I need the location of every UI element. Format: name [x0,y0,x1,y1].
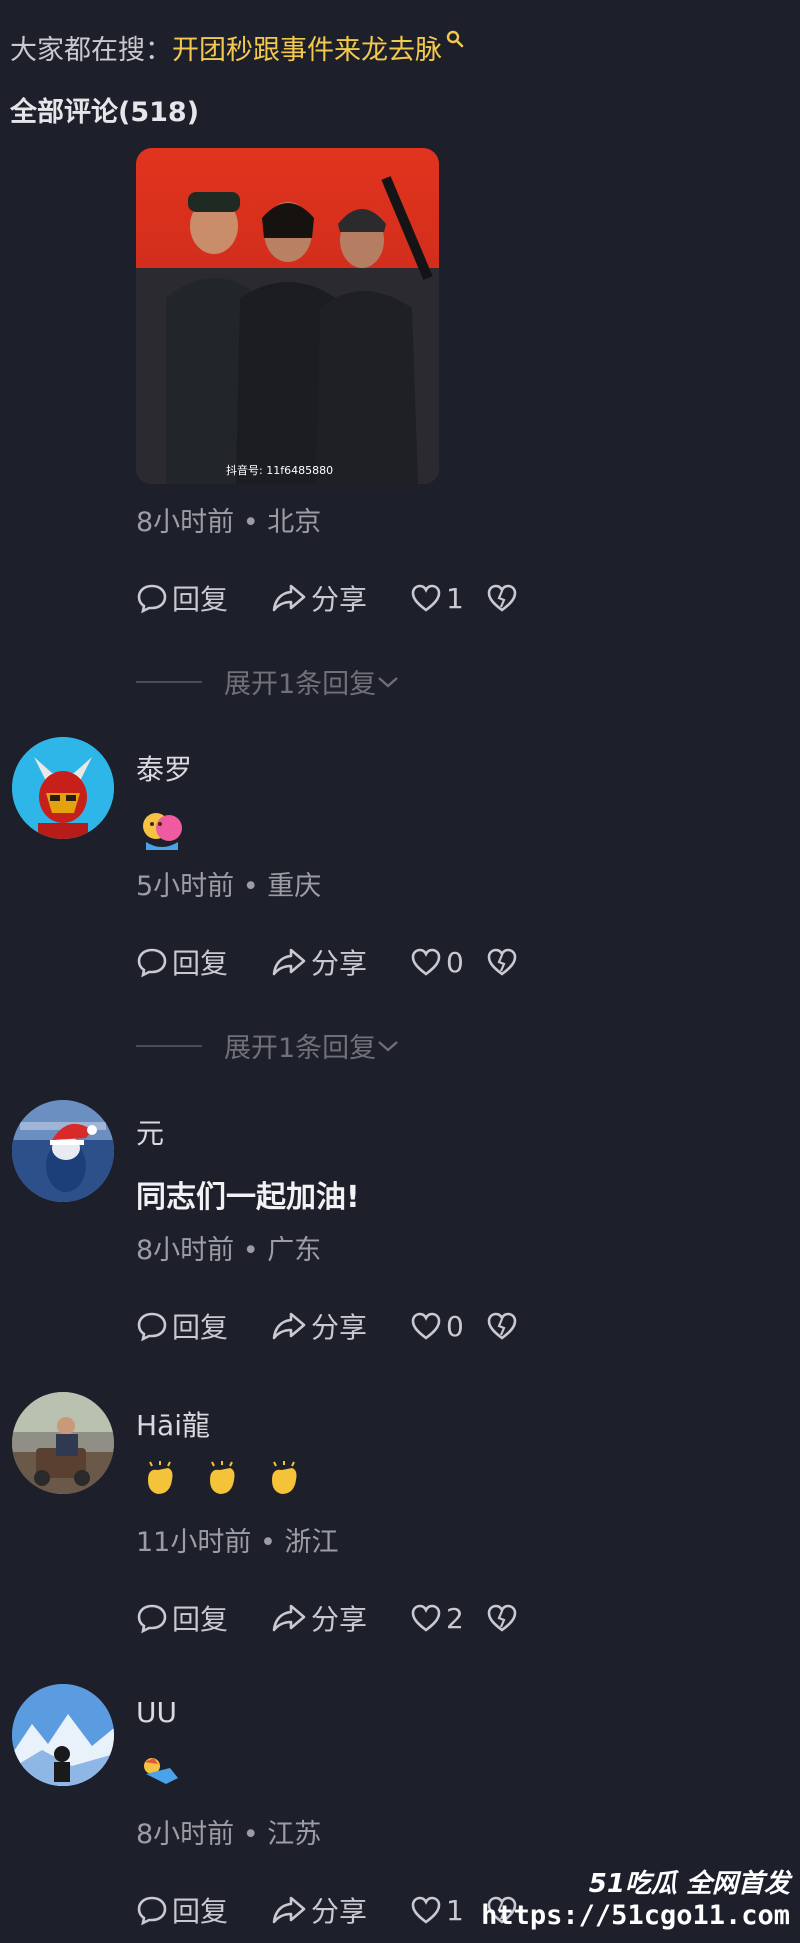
reply-icon [137,1604,167,1634]
comment-actions: 回复 分享 1 [136,578,518,618]
clap-emoji-icon [148,1461,173,1494]
avatar[interactable] [12,1392,114,1494]
reply-label: 回复 [172,1603,229,1636]
reply-label: 回复 [172,1311,229,1344]
watermark-url: https://51cgo11.com [481,1900,790,1931]
comment-actions: 回复 分享 0 [136,942,518,982]
heart-icon [411,1604,441,1632]
reply-button[interactable]: 回复 [136,578,271,618]
heart-icon [411,1312,441,1340]
like-count: 1 [446,581,464,615]
search-prefix: 大家都在搜： [10,34,172,66]
reply-button[interactable]: 回复 [136,942,271,982]
comment-meta: 11小时前 • 浙江 [136,1527,339,1558]
avatar[interactable] [12,1684,114,1786]
chevron-down-icon [378,1040,398,1051]
broken-heart-icon [487,1604,517,1632]
comment-text: 同志们一起加油! [136,1180,360,1215]
like-button[interactable]: 2 [410,1602,486,1635]
comment-meta: 8小时前 • 北京 [136,507,322,538]
comment-username[interactable]: 元 [136,1112,164,1152]
share-label: 分享 [311,583,368,616]
dislike-button[interactable] [486,1603,518,1633]
expand-replies-label: 展开1条回复 [224,669,377,700]
site-watermark: 51吃瓜 全网首发 https://51cgo11.com [481,1863,790,1931]
dislike-button[interactable] [486,947,518,977]
reply-icon [137,1312,167,1342]
comment-username[interactable]: UU [136,1696,177,1729]
like-count: 1 [446,1893,464,1927]
comments-count-title: 全部评论(518) [10,97,200,128]
hug-emoji-icon [143,813,182,850]
like-count: 0 [446,945,464,979]
comment-emoji [140,1754,184,1790]
reply-button[interactable]: 回复 [136,1890,271,1930]
comment-username[interactable]: Hāi龍 [136,1404,210,1444]
heart-icon [411,1896,441,1924]
reply-icon [137,584,167,614]
share-label: 分享 [311,1311,368,1344]
heart-icon [411,948,441,976]
person-emoji-icon [144,1758,178,1784]
broken-heart-icon [487,584,517,612]
like-count: 2 [446,1601,464,1635]
like-count: 0 [446,1309,464,1343]
share-label: 分享 [311,947,368,980]
chevron-down-icon [378,676,398,687]
search-icon[interactable] [446,24,464,55]
like-button[interactable]: 0 [410,946,486,979]
divider-line [136,1044,202,1047]
comment-image[interactable]: 抖音号: 11f6485880 [136,148,439,484]
reply-button[interactable]: 回复 [136,1598,271,1638]
share-button[interactable]: 分享 [271,1306,410,1346]
reply-icon [137,948,167,978]
expand-replies-button[interactable]: 展开1条回复 [136,662,400,701]
broken-heart-icon [487,948,517,976]
share-label: 分享 [311,1895,368,1928]
like-button[interactable]: 0 [410,1310,486,1343]
expand-replies-label: 展开1条回复 [224,1033,377,1064]
reply-button[interactable]: 回复 [136,1306,271,1346]
share-button[interactable]: 分享 [271,578,410,618]
watermark-brand: 51吃瓜 全网首发 [588,1869,790,1899]
share-icon [272,948,306,976]
comment-meta: 8小时前 • 江苏 [136,1819,322,1850]
comment-username[interactable]: 泰罗 [136,748,192,788]
comment-emoji [140,1460,304,1500]
clap-emoji-icon [210,1461,235,1494]
dislike-button[interactable] [486,583,518,613]
image-caption: 抖音号: 11f6485880 [226,463,333,477]
comment-actions: 回复 分享 2 [136,1598,518,1638]
comment-meta: 8小时前 • 广东 [136,1235,322,1266]
reply-label: 回复 [172,583,229,616]
avatar[interactable] [12,1100,114,1202]
search-term-link[interactable]: 开团秒跟事件来龙去脉 [172,28,442,67]
avatar[interactable] [12,737,114,839]
share-button[interactable]: 分享 [271,1598,410,1638]
comment-emoji [140,808,184,852]
comment-actions: 回复 分享 1 [136,1890,518,1930]
reply-label: 回复 [172,947,229,980]
share-label: 分享 [311,1603,368,1636]
reply-icon [137,1896,167,1926]
share-icon [272,584,306,612]
like-button[interactable]: 1 [410,582,486,615]
clap-emoji-icon [272,1461,297,1494]
reply-label: 回复 [172,1895,229,1928]
heart-icon [411,584,441,612]
share-icon [272,1312,306,1340]
share-button[interactable]: 分享 [271,942,410,982]
share-icon [272,1896,306,1924]
comment-meta: 5小时前 • 重庆 [136,871,322,902]
comment-actions: 回复 分享 0 [136,1306,518,1346]
divider-line [136,680,202,683]
like-button[interactable]: 1 [410,1894,486,1927]
expand-replies-button[interactable]: 展开1条回复 [136,1026,400,1065]
broken-heart-icon [487,1312,517,1340]
dislike-button[interactable] [486,1311,518,1341]
share-button[interactable]: 分享 [271,1890,410,1930]
search-suggestion-bar[interactable]: 大家都在搜： 开团秒跟事件来龙去脉 [10,25,464,69]
share-icon [272,1604,306,1632]
